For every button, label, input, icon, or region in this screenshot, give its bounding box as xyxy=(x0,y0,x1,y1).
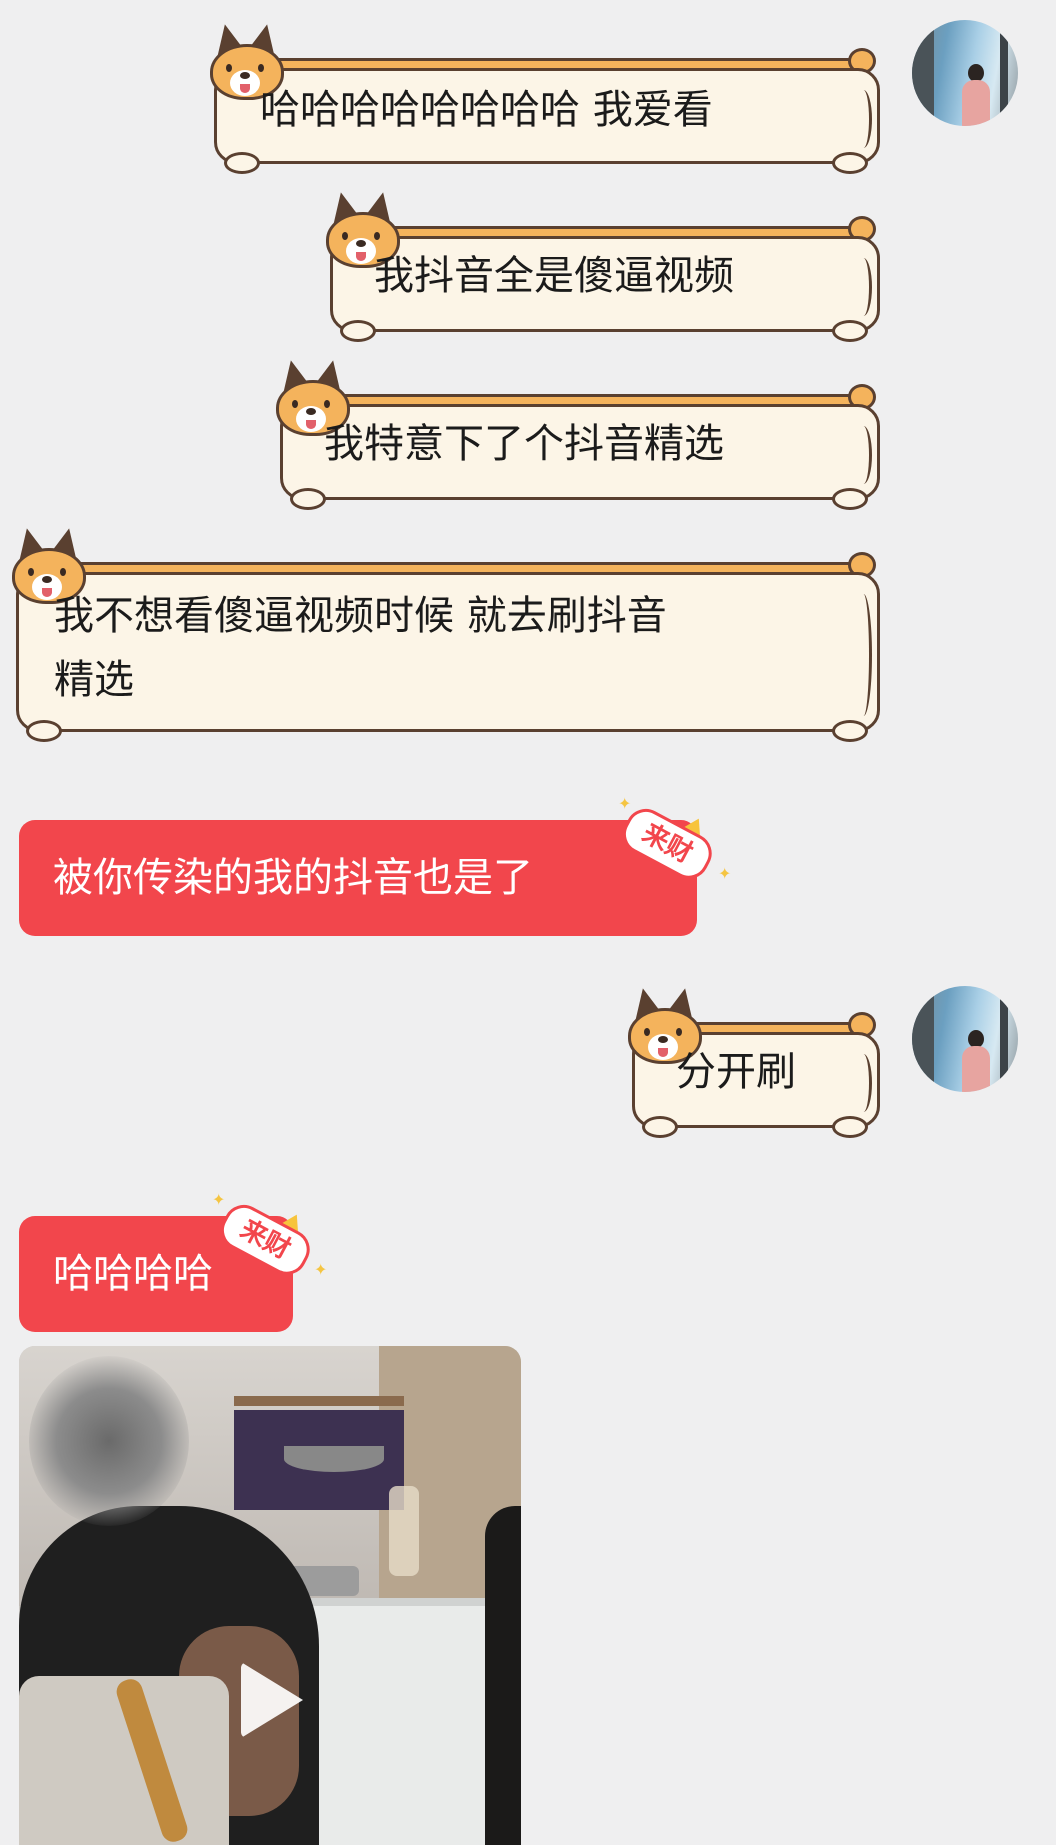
avatar-image-detail xyxy=(1000,20,1008,126)
message-text: 我抖音全是傻逼视频 xyxy=(374,253,734,299)
video-frame-detail xyxy=(284,1446,384,1472)
corgi-foot xyxy=(340,320,376,342)
bubble-bracket xyxy=(855,426,872,484)
avatar[interactable] xyxy=(912,20,1018,126)
message-bubble-outgoing[interactable]: 我抖音全是傻逼视频 xyxy=(322,189,886,342)
corgi-foot xyxy=(26,720,62,742)
avatar-image-detail xyxy=(962,1046,990,1092)
sparkle-icon: ✦ xyxy=(718,864,732,883)
video-frame-detail xyxy=(234,1396,404,1406)
bubble-bracket xyxy=(855,258,872,316)
corgi-foot xyxy=(832,488,868,510)
corgi-foot xyxy=(832,1116,868,1138)
corgi-foot xyxy=(832,720,868,742)
message-bubble-incoming[interactable]: 被你传染的我的抖音也是了 xyxy=(19,820,697,936)
play-icon xyxy=(241,1662,303,1738)
message-bubble-outgoing[interactable]: 哈哈哈哈哈哈哈哈 我爱看 xyxy=(206,21,886,174)
message-text: 分开刷 xyxy=(676,1049,796,1095)
bubble-bracket xyxy=(855,594,872,716)
message-bubble-outgoing[interactable]: 我不想看傻逼视频时候 就去刷抖音 精选 xyxy=(8,525,886,742)
message-text: 我特意下了个抖音精选 xyxy=(324,421,724,467)
corgi-foot xyxy=(832,152,868,174)
corgi-foot xyxy=(832,320,868,342)
video-frame-detail xyxy=(389,1486,419,1576)
avatar[interactable] xyxy=(912,986,1018,1092)
video-message[interactable] xyxy=(19,1346,521,1845)
avatar-image-detail xyxy=(1000,986,1008,1092)
play-button[interactable] xyxy=(229,1658,309,1742)
sparkle-icon: ✦ xyxy=(212,1190,226,1209)
avatar-image xyxy=(912,986,934,1092)
message-text: 哈哈哈哈 xyxy=(53,1251,213,1297)
corgi-foot xyxy=(224,152,260,174)
bubble-bracket xyxy=(855,1054,872,1112)
avatar-image xyxy=(912,20,934,126)
video-frame-detail xyxy=(485,1506,521,1845)
message-text: 我不想看傻逼视频时候 就去刷抖音 精选 xyxy=(54,593,667,703)
video-frame-detail xyxy=(29,1356,189,1526)
bubble-bracket xyxy=(855,90,872,148)
message-bubble-outgoing[interactable]: 我特意下了个抖音精选 xyxy=(272,357,886,510)
sparkle-icon: ✦ xyxy=(314,1260,328,1279)
avatar-image-detail xyxy=(962,80,990,126)
corgi-foot xyxy=(642,1116,678,1138)
message-text: 哈哈哈哈哈哈哈哈 我爱看 xyxy=(260,87,713,133)
corgi-foot xyxy=(290,488,326,510)
message-bubble-outgoing[interactable]: 分开刷 xyxy=(624,985,886,1138)
message-text: 被你传染的我的抖音也是了 xyxy=(53,855,533,901)
sparkle-icon: ✦ xyxy=(618,794,632,813)
